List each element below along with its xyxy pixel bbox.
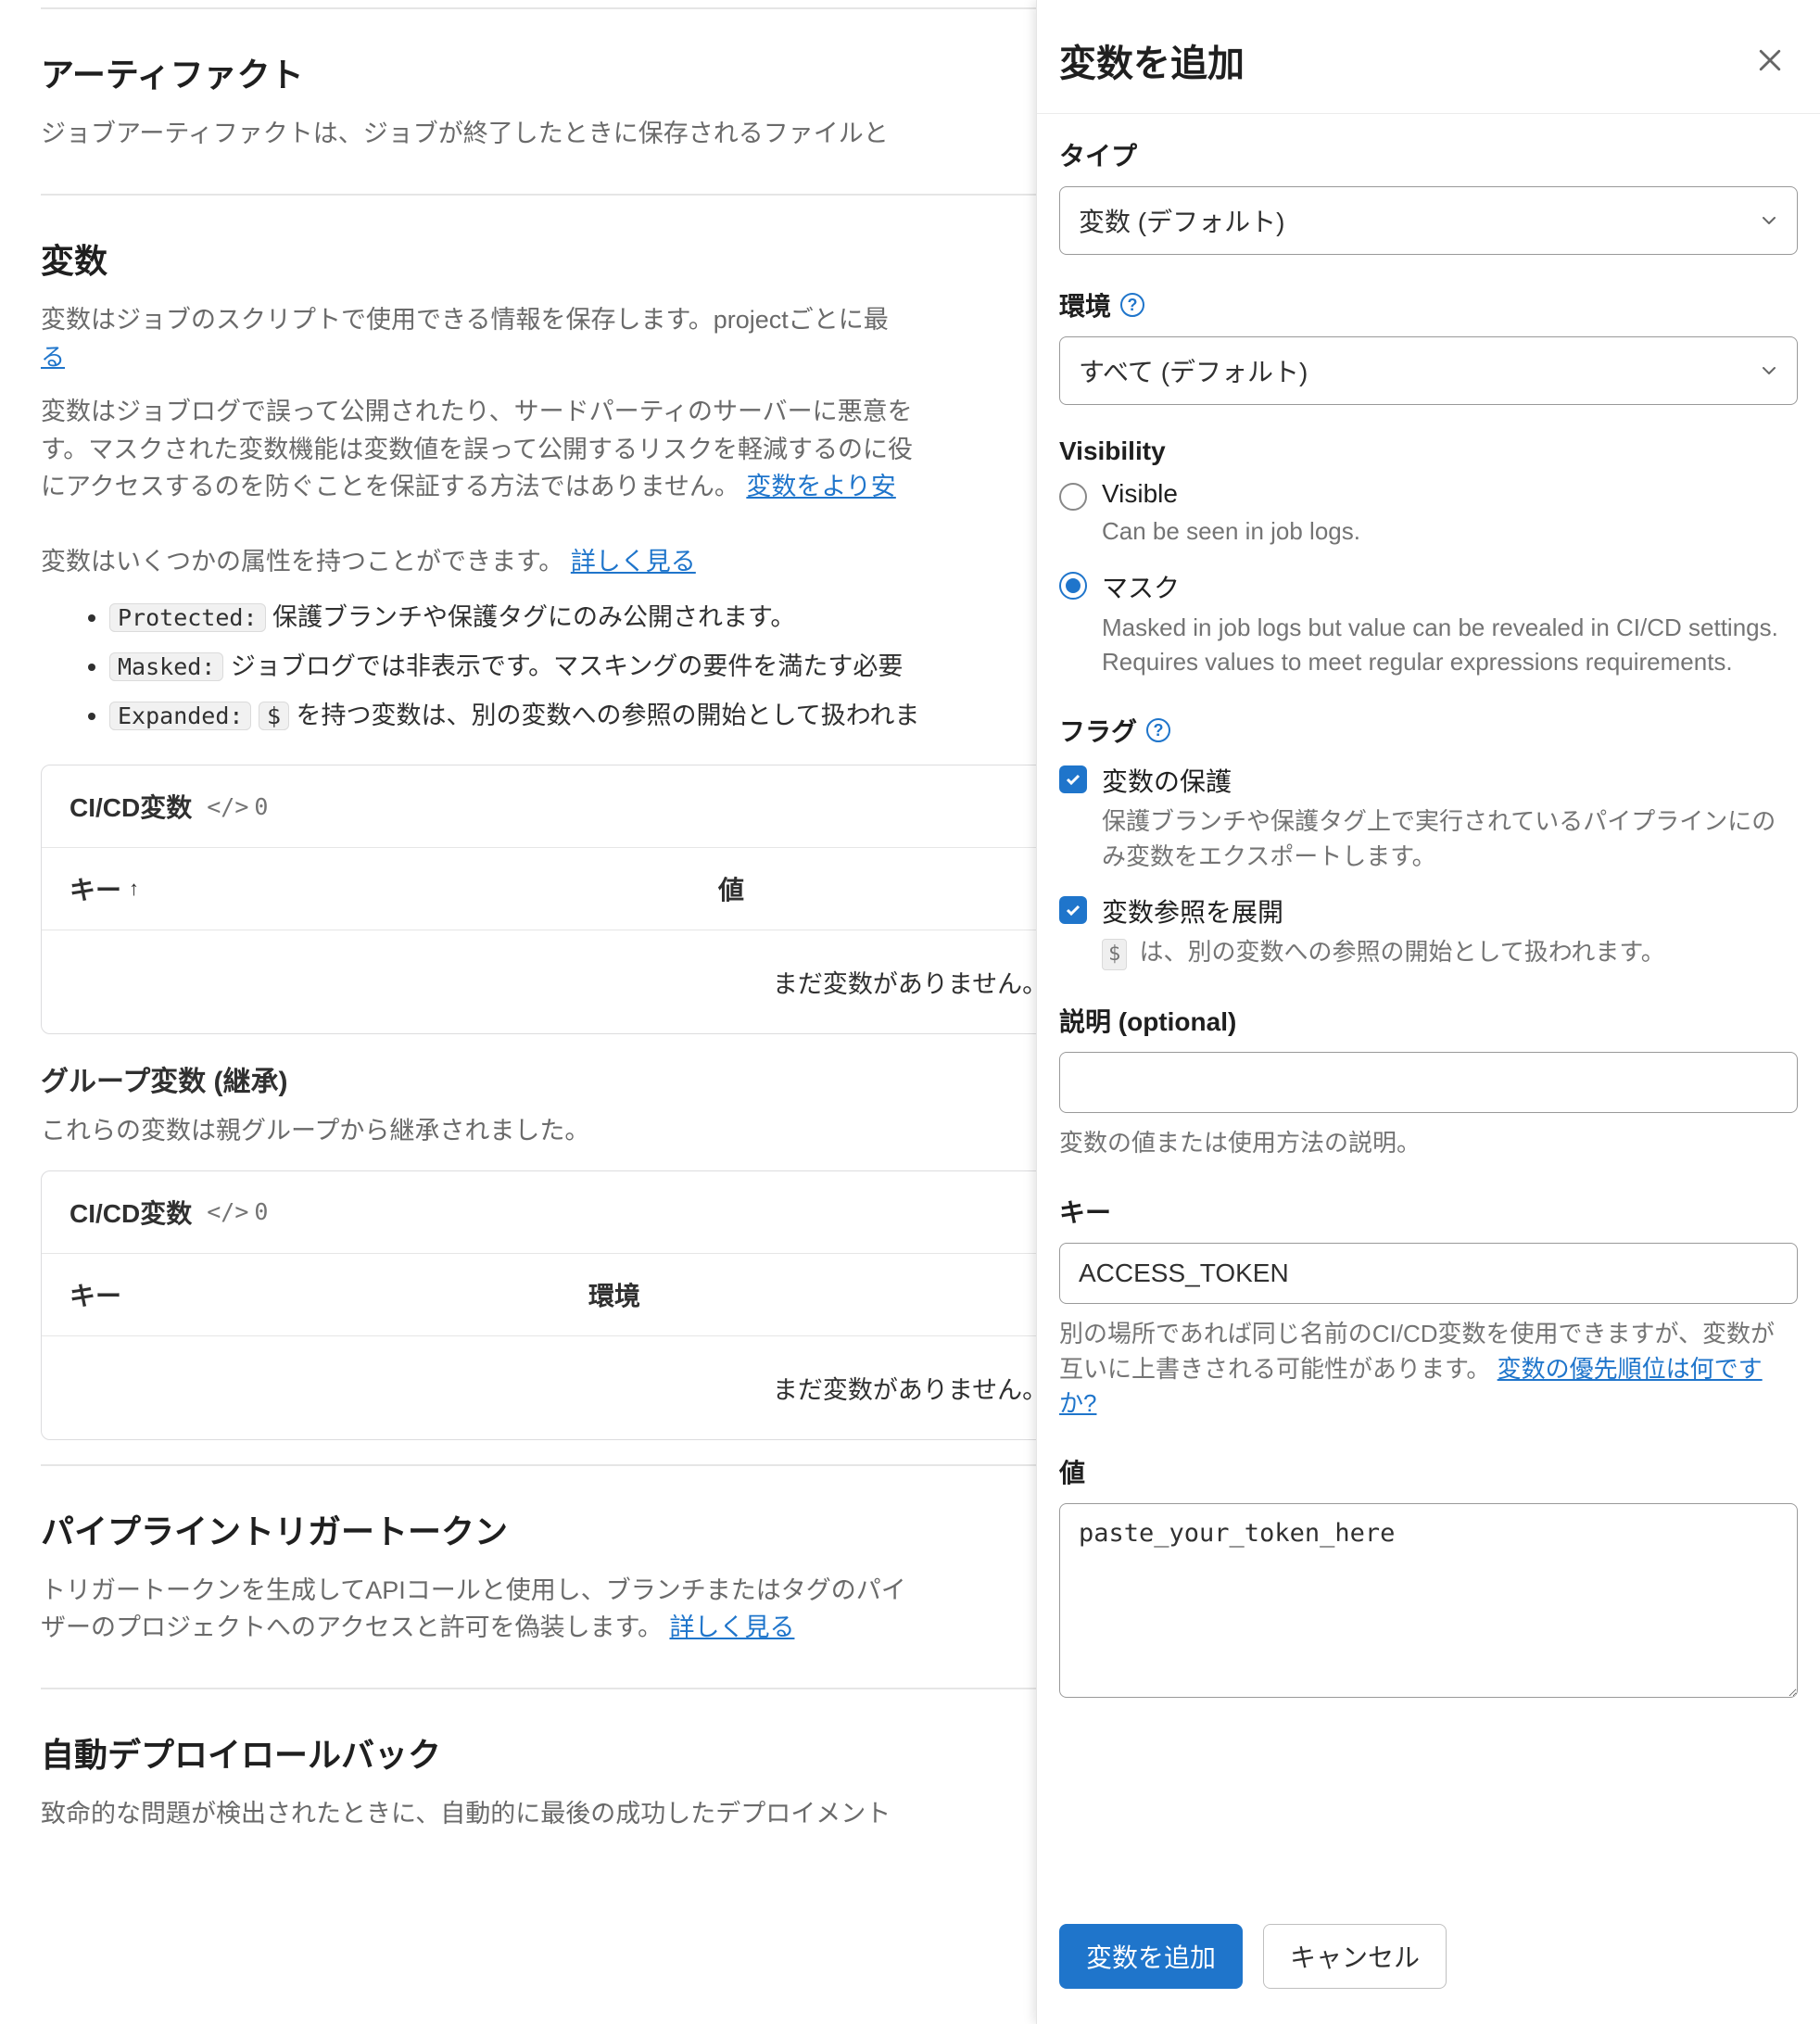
col-env[interactable]: 環境 bbox=[588, 1276, 640, 1313]
protect-desc: 保護ブランチや保護タグ上で実行されているパイプラインにのみ変数をエクスポートしま… bbox=[1102, 804, 1798, 874]
protected-text: 保護ブランチや保護タグにのみ公開されます。 bbox=[266, 603, 796, 631]
chevron-down-icon bbox=[1760, 361, 1778, 380]
masked-code: Masked: bbox=[109, 652, 223, 681]
project-variables-count: </> 0 bbox=[207, 793, 268, 820]
type-select[interactable]: 変数 (デフォルト) bbox=[1059, 186, 1798, 255]
visibility-masked-radio[interactable] bbox=[1059, 572, 1087, 600]
group-variables-card-title: CI/CD変数 bbox=[70, 1194, 192, 1231]
env-select-value: すべて (デフォルト) bbox=[1079, 352, 1308, 389]
key-input[interactable] bbox=[1059, 1243, 1798, 1304]
sort-asc-icon: ↑ bbox=[129, 877, 139, 901]
col-key[interactable]: キー ↑ bbox=[70, 870, 718, 907]
visibility-masked-title: マスク bbox=[1102, 568, 1798, 605]
type-select-value: 変数 (デフォルト) bbox=[1079, 202, 1284, 239]
add-variable-panel: 変数を追加 タイプ 変数 (デフォルト) 環境 ? すべて (デフォルト) Vi… bbox=[1036, 0, 1820, 2024]
visibility-visible-radio[interactable] bbox=[1059, 483, 1087, 511]
help-icon[interactable]: ? bbox=[1146, 718, 1170, 742]
masked-text: ジョブログでは非表示です。マスキングの要件を満たす必要 bbox=[223, 652, 903, 680]
trigger-learn-more-link[interactable]: 詳しく見る bbox=[669, 1613, 794, 1641]
description-input[interactable] bbox=[1059, 1052, 1798, 1113]
chevron-down-icon bbox=[1760, 211, 1778, 230]
trigger-desc-2: ザーのプロジェクトへのアクセスと許可を偽装します。 bbox=[41, 1613, 669, 1641]
group-variables-count: </> 0 bbox=[207, 1198, 268, 1225]
protected-code: Protected: bbox=[109, 603, 266, 632]
project-variables-card-title: CI/CD変数 bbox=[70, 788, 192, 825]
visibility-visible-desc: Can be seen in job logs. bbox=[1102, 514, 1798, 550]
expanded-code: Expanded: bbox=[109, 702, 251, 730]
value-label: 値 bbox=[1059, 1453, 1798, 1490]
variables-attr-learn-more-link[interactable]: 詳しく見る bbox=[571, 548, 696, 576]
protect-title: 変数の保護 bbox=[1102, 762, 1798, 799]
col-value[interactable]: 値 bbox=[718, 870, 744, 907]
description-help: 変数の値または使用方法の説明。 bbox=[1059, 1126, 1798, 1161]
description-label: 説明 (optional) bbox=[1059, 1002, 1798, 1039]
env-select[interactable]: すべて (デフォルト) bbox=[1059, 336, 1798, 405]
cancel-button[interactable]: キャンセル bbox=[1263, 1924, 1447, 1989]
variables-attr-intro: 変数はいくつかの属性を持つことができます。 bbox=[41, 548, 571, 576]
visibility-visible-title: Visible bbox=[1102, 479, 1798, 509]
variables-secure-link[interactable]: 変数をより安 bbox=[746, 473, 895, 500]
submit-button[interactable]: 変数を追加 bbox=[1059, 1924, 1243, 1989]
key-label: キー bbox=[1059, 1193, 1798, 1230]
key-help: 別の場所であれば同じ名前のCI/CD変数を使用できますが、変数が互いに上書きされ… bbox=[1059, 1317, 1798, 1422]
expanded-dollar: $ bbox=[259, 702, 289, 730]
flags-label: フラグ ? bbox=[1059, 712, 1798, 749]
expand-title: 変数参照を展開 bbox=[1102, 892, 1798, 930]
visibility-label: Visibility bbox=[1059, 436, 1798, 466]
type-label: タイプ bbox=[1059, 136, 1798, 173]
visibility-masked-desc: Masked in job logs but value can be reve… bbox=[1102, 611, 1798, 680]
help-icon[interactable]: ? bbox=[1120, 293, 1144, 317]
variables-desc-2c: にアクセスするのを防ぐことを保証する方法ではありません。 bbox=[41, 473, 746, 500]
env-label: 環境 ? bbox=[1059, 286, 1798, 323]
expanded-text: を持つ変数は、別の変数への参照の開始として扱われま bbox=[289, 702, 919, 729]
expand-checkbox[interactable] bbox=[1059, 896, 1087, 924]
expand-desc: $ は、別の変数への参照の開始として扱われます。 bbox=[1102, 935, 1798, 970]
value-textarea[interactable] bbox=[1059, 1503, 1798, 1698]
panel-title: 変数を追加 bbox=[1059, 33, 1245, 87]
variables-desc-1-text: 変数はジョブのスクリプトで使用できる情報を保存します。projectごとに最 bbox=[41, 306, 889, 334]
variables-desc-1-link[interactable]: る bbox=[41, 343, 65, 371]
protect-checkbox[interactable] bbox=[1059, 765, 1087, 793]
close-icon[interactable] bbox=[1757, 47, 1783, 73]
col-key-2[interactable]: キー bbox=[70, 1276, 588, 1313]
